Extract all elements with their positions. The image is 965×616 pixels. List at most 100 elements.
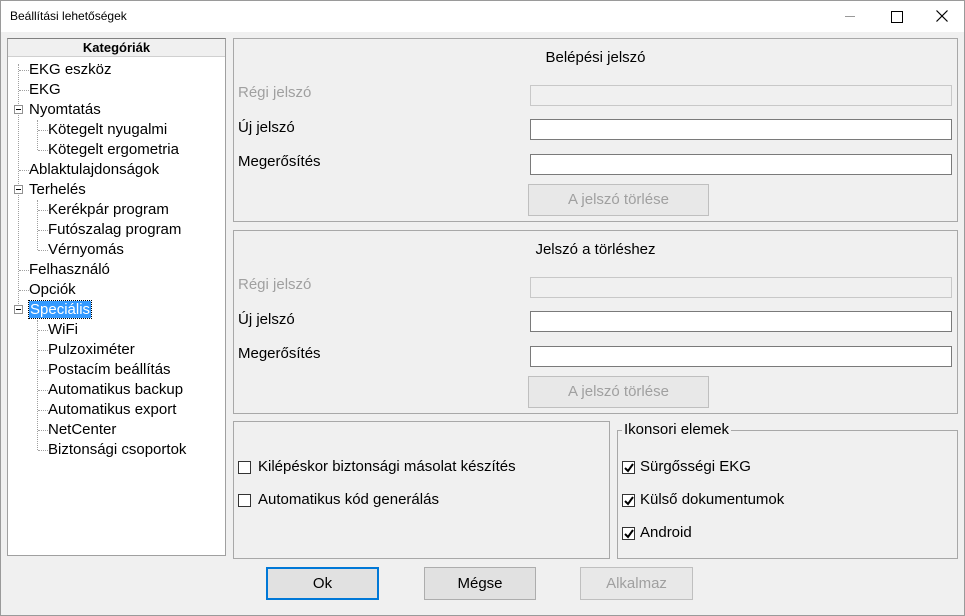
checkmark-icon: [624, 496, 634, 506]
tree-connector: [38, 430, 48, 431]
tree-connector: [19, 290, 29, 291]
tree-item-user[interactable]: Felhasználó: [29, 260, 110, 280]
tree-item-batch-rest[interactable]: Kötegelt nyugalmi: [48, 120, 167, 140]
close-icon: [936, 10, 948, 22]
apply-button[interactable]: Alkalmaz: [580, 567, 693, 600]
tree-item-blood-pressure[interactable]: Vérnyomás: [48, 240, 124, 260]
tree-connector: [38, 330, 48, 331]
external-documents-label: Külső dokumentumok: [640, 491, 785, 508]
tree-connector: [38, 210, 48, 211]
tree-item-label: Kerékpár program: [48, 201, 169, 218]
tree-item-netcenter[interactable]: NetCenter: [48, 420, 116, 440]
new-password-field[interactable]: [530, 119, 952, 140]
collapse-icon[interactable]: [14, 185, 23, 194]
tree-item-label: Opciók: [29, 281, 76, 298]
tree-connector: [38, 350, 48, 351]
category-tree[interactable]: Kategóriák EKG eszköz EKG Nyomtatás Köte…: [7, 38, 226, 556]
options-group: Kilépéskor biztonsági másolat készítés A…: [233, 421, 610, 559]
android-checkbox[interactable]: [622, 527, 635, 540]
tree-connector: [19, 170, 29, 171]
backup-on-exit-checkbox[interactable]: [238, 461, 251, 474]
confirm-password-label: Megerősítés: [238, 153, 321, 170]
minimize-button[interactable]: [827, 1, 873, 32]
login-password-group: Belépési jelszó Régi jelszó Új jelszó Me…: [233, 38, 958, 222]
collapse-icon[interactable]: [14, 105, 23, 114]
new-password-label: Új jelszó: [238, 119, 295, 136]
emergency-ekg-checkbox[interactable]: [622, 461, 635, 474]
delete-password-group: Jelszó a törléshez Régi jelszó Új jelszó…: [233, 230, 958, 414]
tree-item-label: Biztonsági csoportok: [48, 441, 187, 458]
tree-item-printing[interactable]: Nyomtatás: [29, 100, 101, 120]
confirm-delete-password-label: Megerősítés: [238, 345, 321, 362]
tree-item-pulse-oximeter[interactable]: Pulzoximéter: [48, 340, 135, 360]
tree-connector: [38, 130, 48, 131]
old-password-field: [530, 85, 952, 106]
backup-on-exit-label: Kilépéskor biztonsági másolat készítés: [258, 458, 516, 475]
old-password-label: Régi jelszó: [238, 84, 312, 101]
tree-connector: [19, 90, 29, 91]
tree-item-label: Automatikus export: [48, 401, 177, 418]
toolbar-items-legend: Ikonsori elemek: [622, 421, 732, 438]
clear-login-password-button[interactable]: A jelszó törlése: [528, 184, 709, 216]
tree-item-auto-backup[interactable]: Automatikus backup: [48, 380, 183, 400]
tree-item-window-properties[interactable]: Ablaktulajdonságok: [29, 160, 159, 180]
tree-connector: [38, 450, 48, 451]
window-title: Beállítási lehetőségek: [10, 9, 127, 23]
external-documents-checkbox[interactable]: [622, 494, 635, 507]
tree-item-label: EKG: [29, 81, 61, 98]
tree-item-options[interactable]: Opciók: [29, 280, 76, 300]
clear-delete-password-button[interactable]: A jelszó törlése: [528, 376, 709, 408]
tree-item-wifi[interactable]: WiFi: [48, 320, 78, 340]
tree-item-mail-settings[interactable]: Postacím beállítás: [48, 360, 171, 380]
tree-connector: [19, 70, 29, 71]
tree-item-label: Pulzoximéter: [48, 341, 135, 358]
confirm-delete-password-field[interactable]: [530, 346, 952, 367]
tree-item-label: EKG eszköz: [29, 61, 112, 78]
tree-item-treadmill-program[interactable]: Futószalag program: [48, 220, 181, 240]
delete-password-title: Jelszó a törléshez: [535, 241, 656, 258]
collapse-icon[interactable]: [14, 305, 23, 314]
tree-item-auto-export[interactable]: Automatikus export: [48, 400, 176, 420]
tree-connector: [38, 150, 48, 151]
checkmark-icon: [624, 463, 634, 473]
tree-item-label: NetCenter: [48, 421, 117, 438]
tree-item-label: Automatikus backup: [48, 381, 184, 398]
tree-item-label: Felhasználó: [29, 261, 110, 278]
tree-item-ekg-device[interactable]: EKG eszköz: [29, 60, 112, 80]
tree-item-ekg[interactable]: EKG: [29, 80, 61, 100]
tree-item-bicycle-program[interactable]: Kerékpár program: [48, 200, 169, 220]
tree-item-label: Speciális: [27, 300, 93, 319]
close-button[interactable]: [919, 1, 965, 32]
cancel-button[interactable]: Mégse: [424, 567, 536, 600]
tree-item-batch-ergometry[interactable]: Kötegelt ergometria: [48, 140, 179, 160]
tree-item-security-groups[interactable]: Biztonsági csoportok: [48, 440, 186, 460]
tree-connector: [19, 270, 29, 271]
tree-header: Kategóriák: [8, 39, 225, 57]
tree-item-stress[interactable]: Terhelés: [29, 180, 86, 200]
ok-button[interactable]: Ok: [266, 567, 379, 600]
new-delete-password-field[interactable]: [530, 311, 952, 332]
confirm-password-field[interactable]: [530, 154, 952, 175]
checkmark-icon: [624, 529, 634, 539]
tree-connector: [38, 230, 48, 231]
tree-item-special[interactable]: Speciális: [27, 300, 93, 320]
maximize-button[interactable]: [873, 1, 919, 32]
tree-connector: [38, 370, 48, 371]
title-bar: Beállítási lehetőségek: [1, 1, 964, 32]
options-dialog: Beállítási lehetőségek Kategóriák EKG es…: [0, 0, 965, 616]
tree-item-label: Ablaktulajdonságok: [29, 161, 160, 178]
auto-code-checkbox[interactable]: [238, 494, 251, 507]
old-delete-password-field: [530, 277, 952, 298]
tree-connector: [37, 120, 38, 150]
android-label: Android: [640, 524, 692, 541]
tree-item-label: Postacím beállítás: [48, 361, 171, 378]
new-delete-password-label: Új jelszó: [238, 311, 295, 328]
tree-connector: [37, 200, 38, 250]
login-password-title: Belépési jelszó: [545, 49, 646, 66]
emergency-ekg-label: Sürgősségi EKG: [640, 458, 751, 475]
toolbar-items-group: Ikonsori elemek Sürgősségi EKG Külső dok…: [617, 421, 958, 559]
old-delete-password-label: Régi jelszó: [238, 276, 312, 293]
tree-item-label: Kötegelt ergometria: [48, 141, 179, 158]
tree-item-label: Kötegelt nyugalmi: [48, 121, 168, 138]
tree-item-label: Terhelés: [29, 181, 86, 198]
